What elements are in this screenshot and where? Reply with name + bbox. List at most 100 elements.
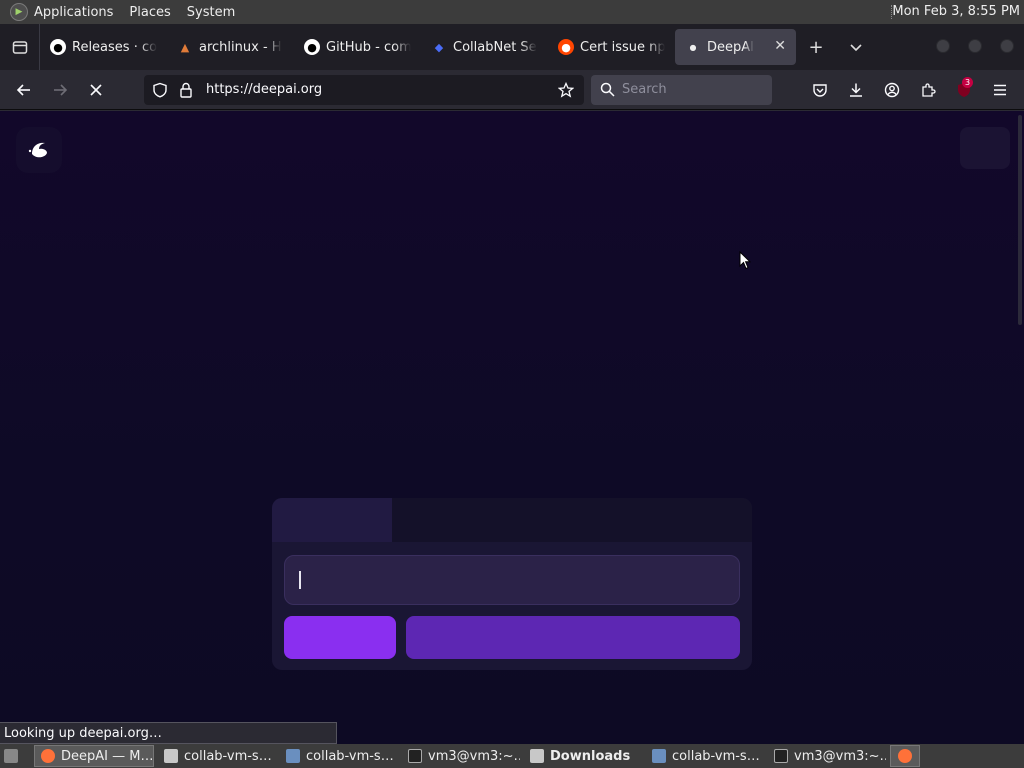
extensions-button[interactable] (916, 78, 940, 102)
tab-archlinux[interactable]: ▲ archlinux - H (167, 29, 294, 65)
close-window-button[interactable] (1000, 39, 1014, 53)
github-icon: ● (304, 39, 320, 55)
tab-label: DeepAI (707, 39, 754, 55)
loading-dot-icon: ● (689, 42, 697, 52)
top-panel: ▶ Applications Places System Mon Feb 3, … (0, 0, 1024, 24)
back-arrow-icon (16, 84, 30, 96)
taskbar-label: DeepAI — M… (61, 748, 154, 764)
taskbar-item-collab-1[interactable]: collab-vm-s… (158, 745, 276, 767)
taskbar-item-downloads[interactable]: Downloads (524, 745, 642, 767)
taskbar-label: vm3@vm3:~… (794, 748, 886, 764)
forward-button[interactable] (48, 78, 72, 102)
maximize-button[interactable] (968, 39, 982, 53)
taskbar-label: collab-vm-s… (672, 748, 760, 764)
reddit-icon: ● (558, 39, 574, 55)
github-icon: ● (50, 39, 66, 55)
tab-cert-issue[interactable]: ● Cert issue np (548, 29, 675, 65)
taskbar-label: collab-vm-s… (184, 748, 272, 764)
tab-collabnet[interactable]: ◆ CollabNet Se (421, 29, 548, 65)
tab-label: archlinux - H (199, 39, 282, 55)
login-placeholder[interactable] (960, 127, 1010, 169)
text-caret (299, 571, 301, 589)
clock[interactable]: Mon Feb 3, 8:55 PM (892, 4, 1020, 19)
new-tab-button[interactable]: + (796, 24, 836, 70)
distro-logo-icon[interactable]: ▶ (10, 3, 28, 21)
search-bar[interactable]: Search (591, 75, 772, 105)
puzzle-icon (922, 83, 936, 97)
url-bar[interactable]: https://deepai.org (144, 75, 584, 105)
close-tab-icon[interactable]: ✕ (774, 38, 786, 54)
prompt-input[interactable] (284, 555, 740, 605)
stop-loading-button[interactable] (84, 78, 108, 102)
taskbar-item-collab-3[interactable]: collab-vm-s… (646, 745, 764, 767)
chevron-down-icon (850, 44, 862, 52)
menu-system[interactable]: System (187, 5, 235, 20)
account-icon (884, 82, 900, 98)
tab-deepai[interactable]: ● DeepAI ✕ (675, 29, 796, 65)
firefox-view-button[interactable] (0, 24, 40, 70)
generator-panel (272, 498, 752, 670)
tab-label: Releases · co (72, 39, 157, 55)
tab-strip: ● Releases · co ▲ archlinux - H ● GitHub… (0, 24, 1024, 70)
taskbar-item-terminal-2[interactable]: vm3@vm3:~… (768, 745, 886, 767)
account-button[interactable] (880, 78, 904, 102)
taskbar-item-deepai[interactable]: DeepAI — M… (34, 745, 154, 767)
status-panel: Looking up deepai.org… (0, 722, 337, 744)
web-page-content (0, 111, 1024, 744)
tab-label: Cert issue np (580, 39, 665, 55)
firefox-icon (898, 749, 912, 763)
folder-icon (164, 749, 178, 763)
editor-icon (286, 749, 300, 763)
app-menu-button[interactable] (988, 78, 1012, 102)
search-placeholder: Search (622, 82, 667, 97)
tab-label: GitHub - com (326, 39, 411, 55)
primary-action-button[interactable] (284, 616, 396, 659)
hamburger-menu-icon (994, 84, 1006, 96)
download-icon (850, 83, 862, 97)
tab-github[interactable]: ● GitHub - com (294, 29, 421, 65)
taskbar-label: collab-vm-s… (306, 748, 394, 764)
taskbar-label: vm3@vm3:~… (428, 748, 520, 764)
menu-applications[interactable]: Applications (34, 5, 113, 20)
terminal-icon (774, 749, 788, 763)
workspace-firefox-button[interactable] (890, 745, 920, 767)
mouse-cursor-icon (739, 251, 751, 270)
taskbar-label: Downloads (550, 748, 631, 764)
taskbar: DeepAI — M… collab-vm-s… collab-vm-s… vm… (0, 744, 1024, 768)
extension-badge: 3 (962, 77, 973, 88)
tab-label: CollabNet Se (453, 39, 537, 55)
close-icon (90, 84, 102, 96)
pocket-button[interactable] (808, 78, 832, 102)
lock-icon[interactable] (179, 82, 193, 98)
show-desktop-button[interactable] (0, 745, 28, 767)
tracking-protection-shield-icon[interactable] (152, 82, 168, 98)
desktop-icon (4, 749, 18, 763)
taskbar-item-terminal-1[interactable]: vm3@vm3:~… (402, 745, 520, 767)
plus-icon: + (808, 36, 824, 58)
pocket-icon (813, 84, 827, 97)
tab-releases[interactable]: ● Releases · co (40, 29, 167, 65)
taskbar-item-collab-2[interactable]: collab-vm-s… (280, 745, 398, 767)
search-icon (600, 82, 615, 97)
back-button[interactable] (12, 78, 36, 102)
url-text[interactable]: https://deepai.org (206, 82, 322, 97)
menu-places[interactable]: Places (129, 5, 170, 20)
page-scrollbar[interactable] (1018, 115, 1022, 325)
folder-icon (530, 749, 544, 763)
secondary-action-button[interactable] (406, 616, 740, 659)
downloads-button[interactable] (844, 78, 868, 102)
navigation-toolbar: https://deepai.org Search (0, 70, 1024, 110)
deepai-swirl-icon (28, 142, 47, 158)
firefox-icon (41, 749, 55, 763)
editor-icon (652, 749, 666, 763)
minimize-button[interactable] (936, 39, 950, 53)
terminal-icon (408, 749, 422, 763)
archlinux-icon: ▲ (180, 40, 190, 54)
collabnet-icon: ◆ (434, 40, 444, 54)
panel-tab-active[interactable] (272, 498, 392, 542)
firefox-view-icon (12, 41, 27, 54)
bookmark-star-icon[interactable] (558, 82, 574, 98)
list-all-tabs-button[interactable] (836, 24, 876, 70)
forward-arrow-icon (54, 84, 68, 96)
deepai-logo-icon[interactable] (16, 127, 62, 173)
